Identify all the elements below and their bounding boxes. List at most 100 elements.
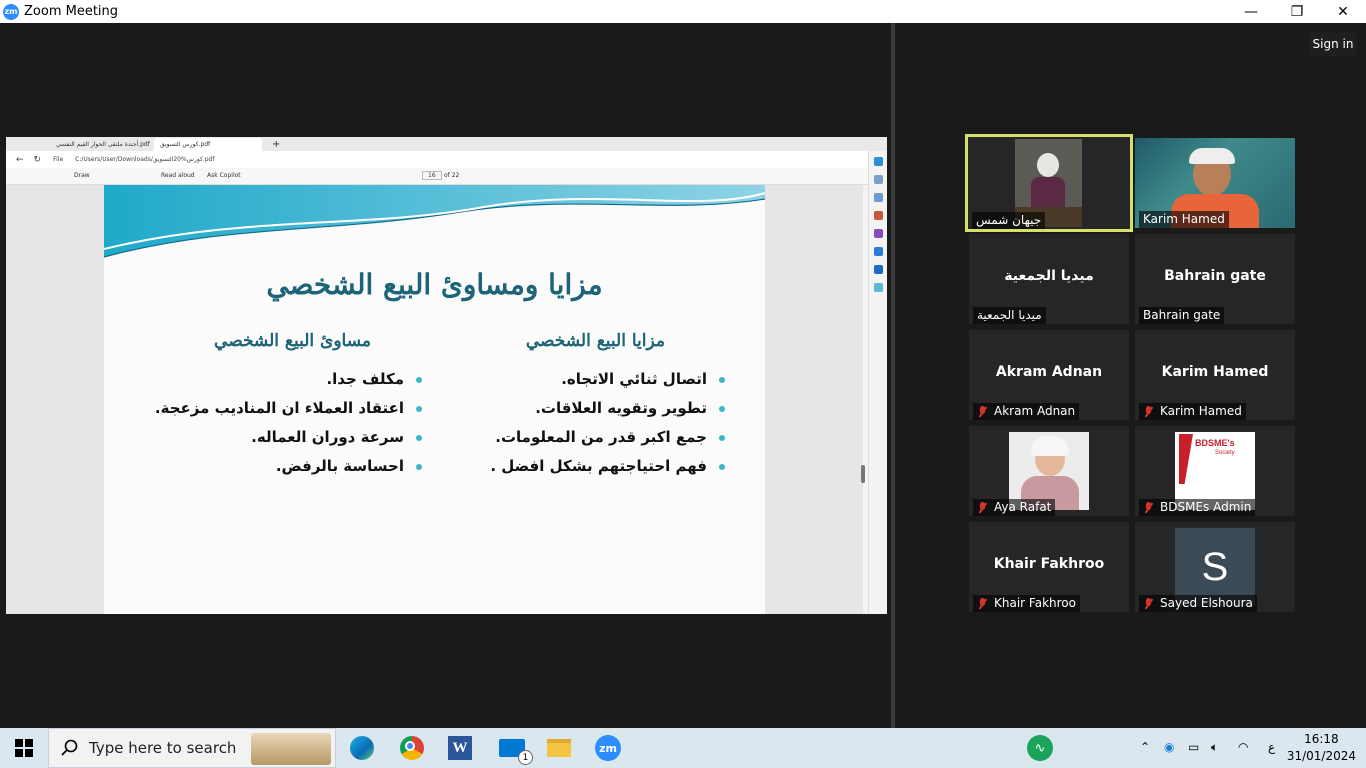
refresh-icon[interactable]: ↻ (34, 155, 42, 165)
participant-name-label: جيهان شمس (972, 212, 1046, 229)
skype-tray-icon[interactable]: ◉ (1164, 740, 1174, 754)
participant-tile[interactable]: Akram Adnan Akram Adnan (969, 330, 1129, 420)
taskbar-clock[interactable]: 16:18 31/01/2024 (1287, 731, 1356, 765)
panel-divider[interactable] (891, 23, 895, 728)
mail-badge: 1 (518, 750, 533, 765)
page-number-input[interactable]: 16 (422, 171, 442, 180)
file-explorer-app-icon[interactable] (541, 732, 577, 764)
taskbar-search-box[interactable]: Type here to search (48, 728, 336, 768)
health-monitor-icon[interactable]: ∿ (1022, 732, 1058, 764)
muted-mic-icon (1143, 597, 1154, 610)
participant-tile[interactable]: Karim Hamed (1135, 138, 1295, 228)
browser-tab-bar: أجندة ملتقى الحوار القيم النفسي.pdf كورس… (6, 137, 887, 151)
new-tab-button[interactable]: + (266, 138, 286, 151)
mail-app-icon[interactable]: 1 (494, 732, 533, 765)
tools-icon[interactable] (874, 193, 883, 202)
list-item: تطوير وتقويه العلاقات. (490, 394, 725, 423)
address-url: C:/Users/User/Downloads/كورس%20التسويق.p… (75, 156, 215, 163)
participant-name-label: Akram Adnan (973, 403, 1080, 420)
bullet-text: اتصال ثنائي الاتجاه. (561, 370, 707, 388)
tab-label: كورس التسويق.pdf (160, 141, 211, 148)
games-icon[interactable] (874, 229, 883, 238)
participant-name: جيهان شمس (976, 213, 1042, 227)
edge-app-icon[interactable] (344, 732, 380, 764)
windows-logo-icon (15, 739, 33, 757)
volume-icon[interactable]: 🔈︎ (1211, 740, 1218, 755)
slide-title: مزايا ومساوئ البيع الشخصي (266, 268, 603, 301)
tab-agenda-pdf[interactable]: أجندة ملتقى الحوار القيم النفسي.pdf (50, 138, 156, 151)
participant-name: BDSMEs Admin (1160, 500, 1252, 514)
participant-display-name: Akram Adnan (995, 364, 1103, 380)
search-placeholder: Type here to search (89, 739, 237, 757)
show-hidden-icons[interactable]: ⌃ (1140, 740, 1150, 754)
list-item: احساسة بالرفض. (155, 452, 422, 481)
outlook-icon[interactable] (874, 265, 883, 274)
participant-name: Karim Hamed (1160, 404, 1242, 418)
participant-name: Akram Adnan (994, 404, 1076, 418)
network-device-icon[interactable]: ▭ (1188, 740, 1199, 754)
draw-button[interactable]: Draw (74, 172, 90, 179)
participant-tile-active[interactable]: جيهان شمس (965, 134, 1133, 232)
logo-text: BDSME's (1195, 438, 1235, 448)
list-item: سرعة دوران العماله. (155, 423, 422, 452)
bullet-text: فهم احتياجتهم بشكل افضل . (490, 457, 707, 475)
page-count: of 22 (444, 172, 460, 179)
list-item: فهم احتياجتهم بشكل افضل . (490, 452, 725, 481)
search-icon (61, 739, 78, 756)
tab-label: أجندة ملتقى الحوار القيم النفسي.pdf (56, 141, 150, 148)
participant-name: Khair Fakhroo (994, 596, 1076, 610)
chrome-app-icon[interactable] (394, 732, 430, 764)
address-bar[interactable]: ← ↻ File C:/Users/User/Downloads/كورس%20… (6, 151, 887, 168)
input-language-indicator[interactable]: ع (1268, 740, 1275, 754)
muted-mic-icon (1143, 405, 1154, 418)
shopping-icon[interactable] (874, 211, 883, 220)
close-button[interactable]: ✕ (1320, 0, 1366, 23)
word-app-icon[interactable]: W (442, 732, 478, 764)
sign-in-button[interactable]: Sign in (1309, 32, 1357, 56)
list-item: اتصال ثنائي الاتجاه. (490, 365, 725, 394)
participant-tile[interactable]: BDSME's Society BDSMEs Admin (1135, 426, 1295, 516)
list-item: اعتقاد العملاء ان المناديب مزعجة. (155, 394, 422, 423)
participant-name-label: Sayed Elshoura (1139, 595, 1257, 612)
bullet-text: احساسة بالرفض. (275, 457, 404, 475)
bullet-text: اعتقاد العملاء ان المناديب مزعجة. (154, 399, 404, 417)
participant-name: Aya Rafat (994, 500, 1052, 514)
search-icon[interactable] (874, 175, 883, 184)
participant-display-name: Khair Fakhroo (993, 556, 1105, 572)
participant-name-label: Aya Rafat (973, 499, 1056, 516)
tab-course-pdf[interactable]: كورس التسويق.pdf (154, 138, 262, 151)
logo-subtext: Society (1215, 450, 1235, 456)
participant-tile[interactable]: Khair Fakhroo Khair Fakhroo (969, 522, 1129, 612)
participant-tile[interactable]: S Sayed Elshoura (1135, 522, 1295, 612)
ask-copilot-button[interactable]: Ask Copilot (207, 172, 241, 179)
bullet-text: سرعة دوران العماله. (251, 428, 404, 446)
participant-name: Sayed Elshoura (1160, 596, 1253, 610)
designer-icon[interactable] (874, 283, 883, 292)
window-title: Zoom Meeting (24, 4, 119, 19)
disadvantages-heading: مساوئ البيع الشخصي (214, 331, 371, 351)
participant-display-name: Bahrain gate (1164, 268, 1266, 284)
back-icon[interactable]: ← (16, 155, 24, 165)
participant-display-name: Karim Hamed (1161, 364, 1269, 380)
participant-tile[interactable]: ميديا الجمعية ميديا الجمعية (969, 234, 1129, 324)
restore-button[interactable]: ❐ (1274, 0, 1320, 23)
wifi-icon[interactable]: ◠ (1238, 740, 1248, 754)
read-aloud-button[interactable]: Read aloud (161, 172, 195, 179)
disadvantages-list: مكلف جدا. اعتقاد العملاء ان المناديب مزع… (155, 365, 422, 481)
zoom-taskbar-logo: zm (595, 735, 621, 761)
muted-mic-icon (1143, 501, 1154, 514)
participant-name: ميديا الجمعية (977, 308, 1042, 322)
copilot-icon[interactable] (874, 157, 883, 166)
office-icon[interactable] (874, 247, 883, 256)
zoom-app-icon[interactable]: zm (590, 732, 626, 764)
participant-tile[interactable]: Aya Rafat (969, 426, 1129, 516)
participant-tile[interactable]: Karim Hamed Karim Hamed (1135, 330, 1295, 420)
shared-browser-window: أجندة ملتقى الحوار القيم النفسي.pdf كورس… (6, 137, 887, 614)
start-button[interactable] (0, 728, 48, 768)
browser-sidebar (868, 151, 887, 614)
search-highlight-zebra-image (251, 733, 331, 765)
minimize-button[interactable]: — (1228, 0, 1274, 23)
pdf-scrollbar-thumb[interactable] (861, 465, 865, 483)
pdf-viewport[interactable]: مزايا ومساوئ البيع الشخصي مزايا البيع ال… (6, 185, 865, 614)
participant-tile[interactable]: Bahrain gate Bahrain gate (1135, 234, 1295, 324)
